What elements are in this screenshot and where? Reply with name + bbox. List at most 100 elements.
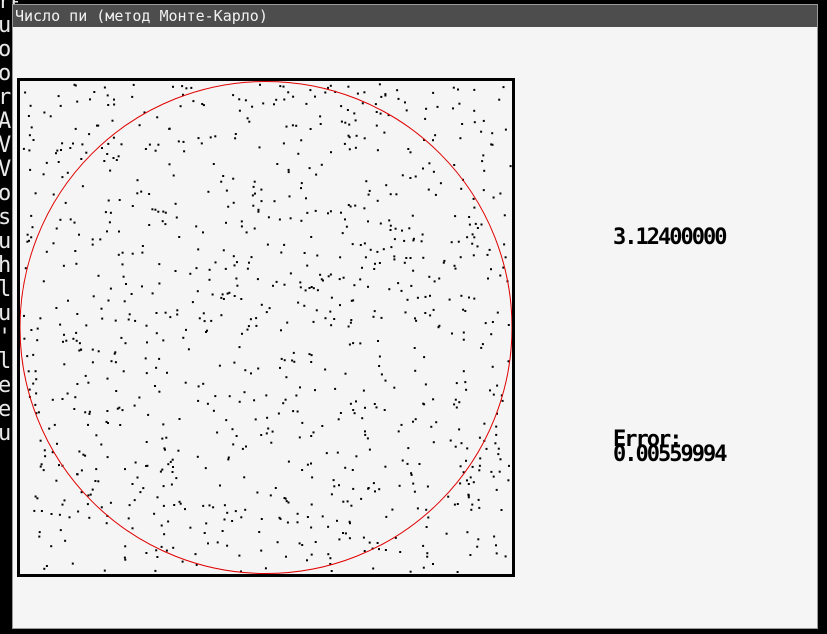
random-point [99, 238, 102, 241]
random-point [437, 326, 440, 329]
random-point [368, 448, 371, 451]
random-point [101, 317, 104, 320]
random-point [314, 209, 317, 212]
random-point [310, 361, 313, 363]
random-point [352, 487, 355, 490]
random-point [146, 464, 149, 467]
random-point [277, 412, 280, 415]
random-point [432, 441, 435, 444]
random-point [409, 257, 412, 259]
random-point [75, 339, 78, 342]
random-point [406, 298, 409, 301]
random-point [64, 539, 67, 542]
random-point [362, 536, 365, 539]
random-point [363, 550, 366, 552]
random-point [118, 230, 120, 233]
random-point [59, 529, 62, 532]
random-point [372, 482, 375, 485]
random-point [202, 231, 204, 234]
random-point [339, 412, 342, 414]
random-point [136, 476, 139, 479]
random-point [106, 456, 109, 459]
random-point [246, 328, 249, 331]
random-point [384, 94, 387, 97]
random-point [295, 124, 298, 127]
random-point [87, 423, 89, 426]
random-point [164, 211, 167, 214]
random-point [169, 460, 172, 463]
random-point [76, 473, 79, 476]
random-point [361, 417, 364, 420]
random-point [24, 91, 27, 94]
random-point [49, 115, 52, 118]
random-point [140, 190, 143, 193]
random-point [226, 544, 229, 547]
random-point [324, 317, 327, 320]
random-point [214, 261, 217, 264]
random-point [241, 332, 243, 335]
random-point [346, 109, 349, 111]
random-point [312, 320, 315, 323]
random-point [43, 449, 46, 452]
random-point [422, 544, 425, 547]
random-point [112, 136, 115, 139]
random-point [395, 193, 398, 196]
random-point [327, 553, 330, 556]
random-point [396, 89, 399, 92]
random-point [266, 243, 269, 246]
random-point [85, 324, 88, 327]
random-point [232, 177, 235, 180]
random-point [232, 201, 235, 204]
random-point [197, 385, 200, 388]
random-point [183, 150, 186, 153]
random-point [388, 288, 391, 291]
random-point [109, 501, 112, 504]
random-point [472, 481, 475, 484]
window-titlebar[interactable]: Число пи (метод Монте-Карло) [13, 5, 817, 27]
random-point [175, 477, 178, 480]
random-point [337, 418, 340, 421]
random-point [113, 98, 115, 101]
random-point [412, 420, 414, 423]
random-point [240, 516, 243, 519]
random-point [227, 205, 230, 208]
random-point [471, 503, 474, 506]
random-point [231, 428, 234, 431]
random-point [35, 392, 38, 395]
random-point [378, 83, 381, 86]
random-point [197, 248, 200, 251]
random-point [185, 328, 187, 331]
random-point [425, 526, 428, 528]
random-point [61, 176, 64, 179]
random-point [245, 445, 247, 448]
random-point [457, 88, 459, 91]
random-point [59, 104, 62, 107]
random-point [74, 250, 77, 252]
random-point [346, 500, 349, 503]
random-point [105, 522, 108, 525]
random-point [368, 189, 371, 192]
random-point [425, 107, 428, 110]
random-point [252, 185, 255, 188]
random-point [454, 215, 457, 218]
random-point [410, 472, 413, 475]
random-point [174, 202, 177, 205]
random-point [252, 204, 255, 207]
random-point [344, 466, 347, 469]
random-point [187, 348, 190, 351]
random-point [220, 296, 223, 299]
random-point [382, 248, 385, 251]
random-point [385, 515, 388, 518]
random-point [63, 499, 66, 502]
random-point [438, 277, 441, 280]
random-point [489, 389, 491, 392]
random-point [240, 220, 243, 223]
random-point [36, 497, 39, 500]
random-point [69, 147, 72, 149]
random-point [61, 142, 64, 145]
random-point [295, 394, 298, 397]
random-point [340, 120, 343, 123]
random-point [465, 388, 468, 391]
random-point [400, 423, 403, 426]
random-point [204, 467, 207, 470]
